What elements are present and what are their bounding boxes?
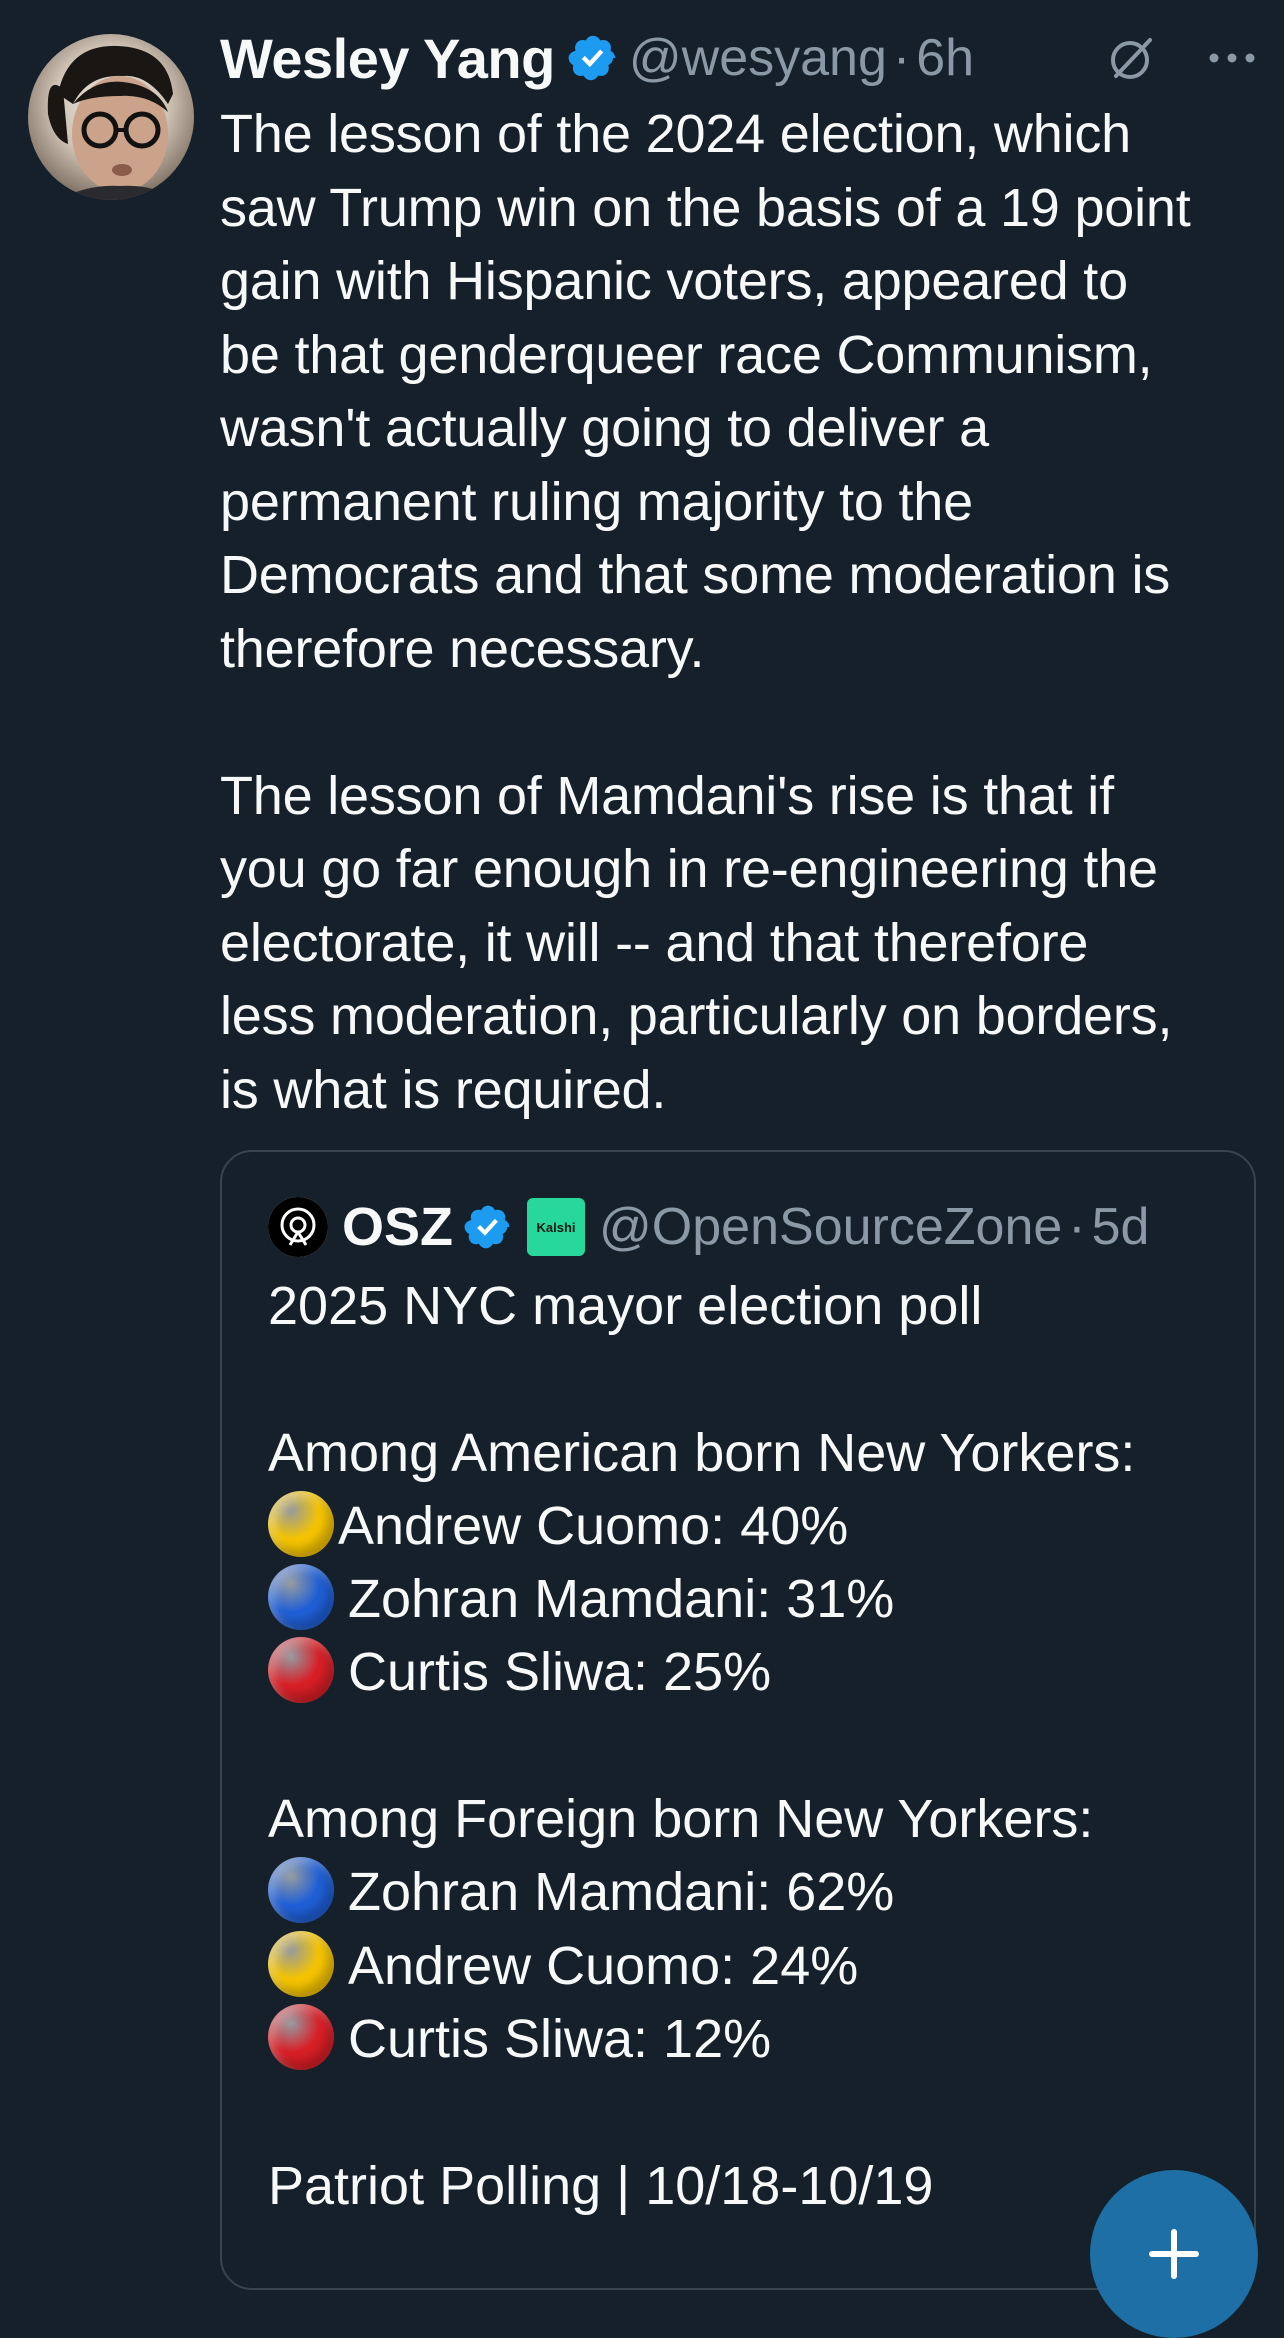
separator-dot: ·: [892, 29, 911, 87]
poll-row-text: Andrew Cuomo: 40%: [338, 1495, 849, 1556]
compose-plus-icon: [1149, 2229, 1199, 2279]
poll-row: Andrew Cuomo: 40%: [268, 1490, 1228, 1563]
affiliate-badge-kalshi[interactable]: Kalshi: [527, 1198, 586, 1256]
quoted-tweet[interactable]: OSZ Kalshi @OpenSourceZone · 5d 2025 NYC…: [220, 1150, 1256, 2290]
blue-circle-icon: [268, 1564, 334, 1631]
quoted-separator-dot: ·: [1068, 1198, 1086, 1256]
yellow-circle-icon: [268, 1930, 334, 1997]
author-avatar[interactable]: [28, 34, 194, 200]
yellow-circle-icon: [268, 1490, 334, 1557]
poll-row: Curtis Sliwa: 12%: [268, 2003, 1228, 2076]
poll-row: Zohran Mamdani: 31%: [268, 1563, 1228, 1636]
grok-icon[interactable]: [1104, 30, 1160, 86]
poll-source: Patriot Polling | 10/18-10/19: [268, 2155, 934, 2216]
poll-row-text: Curtis Sliwa: 12%: [348, 2008, 772, 2069]
verified-badge-icon[interactable]: [567, 32, 619, 84]
compose-fab-button[interactable]: [1090, 2170, 1258, 2338]
poll-row: Andrew Cuomo: 24%: [268, 1930, 1228, 2003]
tweet-timestamp[interactable]: 6h: [916, 28, 974, 88]
tweet-text: The lesson of the 2024 election, which s…: [220, 104, 1191, 1120]
poll-title: 2025 NYC mayor election poll: [268, 1276, 983, 1336]
quoted-author-handle[interactable]: @OpenSourceZone: [599, 1197, 1062, 1257]
tweet-header: Wesley Yang @wesyang · 6h: [220, 22, 1260, 94]
section-heading-american-born: Among American born New Yorkers:: [268, 1422, 1136, 1483]
red-circle-icon: [268, 2003, 334, 2070]
poll-row-text: Andrew Cuomo: 24%: [348, 1935, 859, 1996]
quoted-tweet-timestamp[interactable]: 5d: [1092, 1197, 1150, 1257]
author-handle[interactable]: @wesyang: [629, 28, 887, 88]
quoted-tweet-text: 2025 NYC mayor election poll Among Ameri…: [268, 1270, 1228, 2223]
section-heading-foreign-born: Among Foreign born New Yorkers:: [268, 1789, 1094, 1850]
tweet[interactable]: Wesley Yang @wesyang · 6h The lesson of …: [0, 0, 1284, 2338]
blue-circle-icon: [268, 1857, 334, 1924]
quoted-verified-badge-icon[interactable]: [463, 1202, 513, 1252]
poll-row-text: Zohran Mamdani: 62%: [348, 1862, 895, 1923]
red-circle-icon: [268, 1637, 334, 1704]
poll-row-text: Curtis Sliwa: 25%: [348, 1642, 772, 1703]
quoted-author-avatar[interactable]: [268, 1197, 328, 1257]
author-display-name[interactable]: Wesley Yang: [220, 26, 555, 91]
poll-row-text: Zohran Mamdani: 31%: [348, 1569, 895, 1630]
more-horizontal-icon[interactable]: [1204, 30, 1260, 86]
poll-row: Zohran Mamdani: 62%: [268, 1856, 1228, 1929]
poll-row: Curtis Sliwa: 25%: [268, 1636, 1228, 1709]
quoted-tweet-header: OSZ Kalshi @OpenSourceZone · 5d: [268, 1194, 1149, 1260]
quoted-author-display-name[interactable]: OSZ: [342, 1196, 453, 1258]
